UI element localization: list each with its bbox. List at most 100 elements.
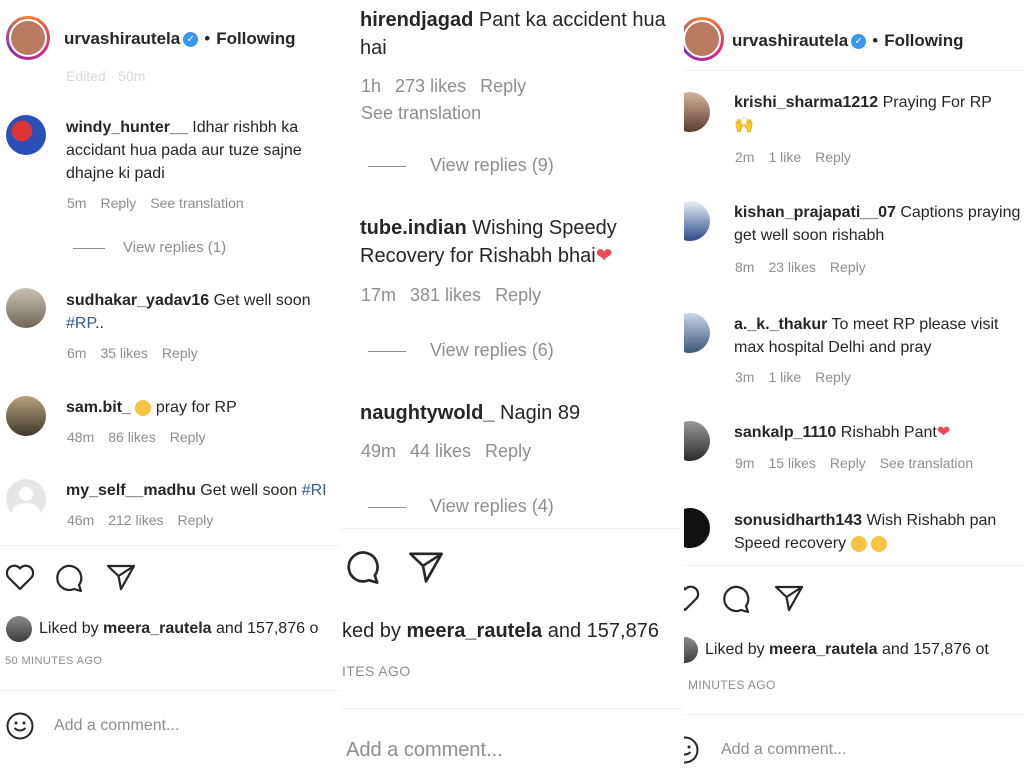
likes-count[interactable]: 15 likes — [768, 455, 815, 471]
comment-kishan: kishan_prajapati__07 Captions praying ge… — [734, 201, 1024, 247]
add-comment-input[interactable]: Add a comment... — [721, 741, 846, 759]
verified-badge-icon: ✓ — [851, 34, 867, 50]
comment-meta: 46m 212 likes Reply — [67, 512, 227, 528]
reply-button[interactable]: Reply — [162, 345, 198, 361]
profile-avatar[interactable] — [684, 17, 724, 61]
emoji-smiley-icon[interactable] — [5, 711, 35, 741]
reply-button[interactable]: Reply — [815, 149, 851, 165]
reply-button[interactable]: Reply — [495, 285, 541, 305]
share-icon[interactable] — [408, 550, 444, 584]
liked-by-count[interactable]: and 157,876 ot — [882, 641, 989, 658]
liked-by-username[interactable]: meera_rautela — [407, 620, 543, 642]
profile-avatar[interactable] — [6, 16, 50, 60]
emoji-smiley-icon[interactable] — [684, 735, 700, 765]
likes-count[interactable]: 35 likes — [100, 345, 147, 361]
header-username[interactable]: urvashirautela — [732, 31, 848, 50]
see-translation-link[interactable]: See translation — [880, 455, 973, 471]
comment-time: 46m — [67, 512, 95, 528]
divider — [684, 714, 1024, 715]
hashtag-link[interactable]: #RP — [66, 315, 95, 332]
comment-time: 3m — [735, 369, 755, 385]
likes-count[interactable]: 273 likes — [395, 76, 466, 96]
likes-count[interactable]: 44 likes — [410, 441, 471, 461]
following-button[interactable]: Following — [884, 31, 963, 50]
avatar[interactable] — [6, 288, 46, 328]
reply-button[interactable]: Reply — [100, 195, 136, 211]
liked-by-username[interactable]: meera_rautela — [769, 641, 878, 658]
comment-username[interactable]: sudhakar_yadav16 — [66, 292, 209, 309]
comment-body: Get well soon — [200, 482, 298, 499]
add-comment-input[interactable]: Add a comment... — [54, 717, 179, 735]
sad-face-emoji-icon — [135, 399, 152, 416]
comment-body: Nagin 89 — [500, 402, 581, 424]
comment-icon[interactable] — [346, 549, 382, 585]
comment-username[interactable]: my_self__madhu — [66, 482, 196, 499]
following-button[interactable]: Following — [216, 29, 295, 48]
comment-username[interactable]: tube.indian — [360, 217, 467, 239]
reply-button[interactable]: Reply — [830, 455, 866, 471]
header-username[interactable]: urvashirautela — [64, 29, 180, 48]
liked-by-username[interactable]: meera_rautela — [103, 620, 212, 637]
share-icon[interactable] — [106, 563, 136, 591]
see-translation-link[interactable]: See translation — [361, 103, 481, 124]
avatar[interactable] — [684, 92, 710, 132]
comment-icon[interactable] — [722, 584, 752, 614]
comment-username[interactable]: naughtywold_ — [360, 402, 494, 424]
view-replies-button[interactable]: View replies (4) — [368, 496, 554, 517]
likes-count[interactable]: 212 likes — [108, 512, 163, 528]
reply-button[interactable]: Reply — [485, 441, 531, 461]
comment-username[interactable]: sam.bit_ — [66, 399, 131, 416]
liked-by-count[interactable]: and 157,876 — [548, 620, 659, 642]
add-comment-input[interactable]: Add a comment... — [346, 739, 503, 762]
hashtag-link[interactable]: #RI — [302, 482, 327, 499]
see-translation-link[interactable]: See translation — [150, 195, 243, 211]
comment-naughtywold: naughtywold_ Nagin 89 — [360, 399, 580, 427]
comment-tail: .. — [95, 315, 104, 332]
view-replies-button[interactable]: View replies (1) — [73, 239, 226, 256]
reply-button[interactable]: Reply — [170, 429, 206, 445]
likes-count[interactable]: 1 like — [768, 369, 801, 385]
view-replies-button[interactable]: View replies (6) — [368, 340, 554, 361]
liker-avatar[interactable] — [684, 637, 698, 663]
comment-username[interactable]: hirendjagad — [360, 9, 473, 31]
comment-sam-bit: sam.bit_ pray for RP — [66, 396, 237, 419]
sad-face-emoji-icon — [850, 535, 867, 552]
reply-button[interactable]: Reply — [480, 76, 526, 96]
liked-by-count[interactable]: and 157,876 o — [216, 620, 318, 637]
divider — [342, 708, 682, 709]
likes-count[interactable]: 86 likes — [108, 429, 155, 445]
reply-button[interactable]: Reply — [178, 512, 214, 528]
share-icon[interactable] — [774, 584, 804, 612]
comment-sonusidharth: sonusidharth143 Wish Rishabh pan Speed r… — [734, 509, 1024, 555]
comment-icon[interactable] — [55, 563, 85, 593]
comment-tube-indian: tube.indian Wishing Speedy Recovery for … — [360, 214, 682, 270]
heart-icon[interactable] — [5, 563, 35, 591]
comment-username[interactable]: sankalp_1110 — [734, 424, 836, 441]
heart-icon[interactable] — [684, 584, 700, 612]
comment-username[interactable]: sonusidharth143 — [734, 512, 862, 529]
reply-button[interactable]: Reply — [830, 259, 866, 275]
comment-time: 5m — [67, 195, 87, 211]
likes-count[interactable]: 23 likes — [768, 259, 815, 275]
likes-count[interactable]: 1 like — [768, 149, 801, 165]
comment-username[interactable]: kishan_prajapati__07 — [734, 204, 896, 221]
comment-username[interactable]: windy_hunter__ — [66, 119, 188, 136]
view-replies-button[interactable]: View replies (9) — [368, 155, 554, 176]
avatar[interactable] — [684, 201, 710, 241]
comment-username[interactable]: a._k._thakur — [734, 316, 827, 333]
comment-body: Praying For RP — [882, 94, 992, 111]
left-screenshot-panel: urvashirautela ✓ • Following Edited · 50m w… — [0, 0, 340, 769]
avatar[interactable] — [6, 115, 46, 155]
avatar[interactable] — [684, 508, 710, 548]
comment-krishi: krishi_sharma1212 Praying For RP 🙌 — [734, 91, 1024, 137]
avatar[interactable] — [684, 421, 710, 461]
reply-button[interactable]: Reply — [815, 369, 851, 385]
avatar[interactable] — [6, 396, 46, 436]
comment-time: 9m — [735, 455, 755, 471]
comment-username[interactable]: krishi_sharma1212 — [734, 94, 878, 111]
default-avatar-icon[interactable] — [6, 479, 46, 519]
avatar[interactable] — [684, 313, 710, 353]
likes-count[interactable]: 381 likes — [410, 285, 481, 305]
liker-avatar[interactable] — [6, 616, 32, 642]
comment-meta: 6m 35 likes Reply — [67, 345, 212, 361]
